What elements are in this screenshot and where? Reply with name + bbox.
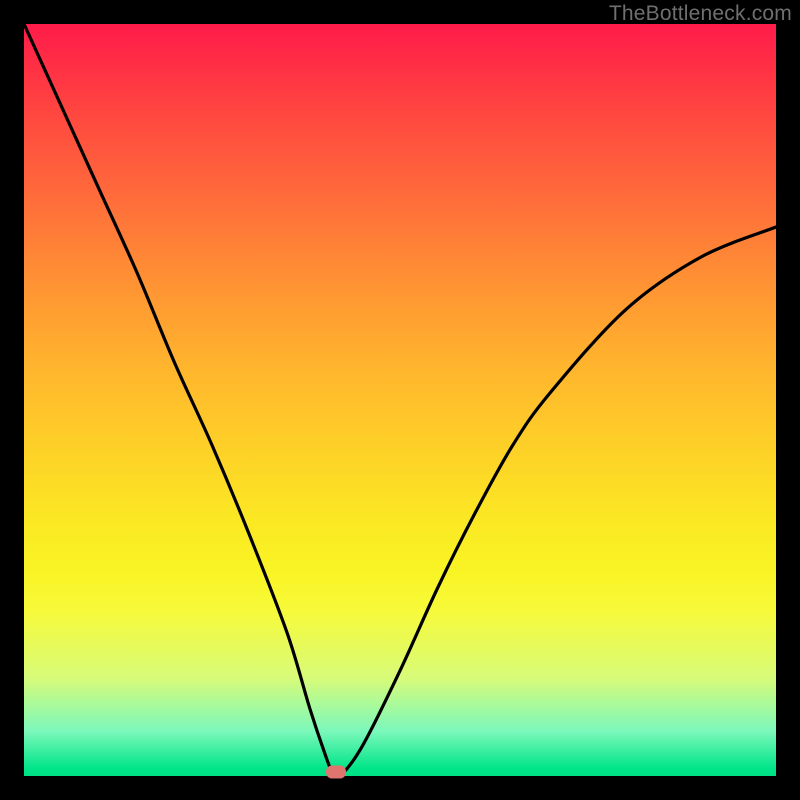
bottleneck-curve	[24, 24, 776, 776]
chart-plot-area	[24, 24, 776, 776]
watermark-text: TheBottleneck.com	[609, 2, 792, 26]
chart-frame: TheBottleneck.com	[0, 0, 800, 800]
optimum-marker	[326, 766, 346, 779]
curve-svg	[24, 24, 776, 776]
